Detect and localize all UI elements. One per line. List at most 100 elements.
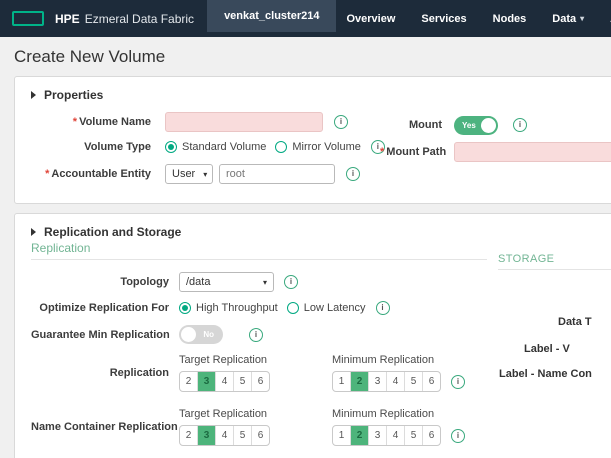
target-replication-caption: Target Replication [179, 354, 270, 366]
volume-type-label: Volume Type [31, 141, 151, 153]
radio-high-throughput[interactable] [179, 302, 191, 314]
accountable-entity-type-select[interactable]: User ▾ [165, 164, 213, 184]
replication-value-3[interactable]: 3 [197, 372, 215, 391]
storage-label-volume-label: Label - V [524, 343, 570, 355]
radio-standard-volume-label: Standard Volume [182, 141, 266, 153]
page-title: Create New Volume [0, 37, 611, 76]
nav-items: Overview Services Nodes Data▾ Admin▾ [346, 13, 611, 25]
minimum-replication-caption: Minimum Replication [332, 408, 465, 420]
replication-value-6[interactable]: 6 [422, 372, 440, 391]
radio-standard-volume[interactable] [165, 141, 177, 153]
replication-value-5[interactable]: 5 [233, 426, 251, 445]
replication-column-header: Replication [31, 241, 487, 260]
mount-toggle[interactable]: Yes [454, 116, 498, 135]
info-icon[interactable]: i [451, 429, 465, 443]
replication-value-4[interactable]: 4 [215, 426, 233, 445]
replication-value-5[interactable]: 5 [233, 372, 251, 391]
caret-down-icon: ▾ [263, 278, 267, 287]
storage-data-tier-label: Data T [558, 316, 592, 328]
accountable-entity-input[interactable] [219, 164, 335, 184]
target-replication-caption: Target Replication [179, 408, 270, 420]
replication-value-1[interactable]: 1 [333, 372, 350, 391]
required-asterisk: * [73, 116, 77, 128]
radio-low-latency-label: Low Latency [304, 302, 366, 314]
replication-value-4[interactable]: 4 [386, 372, 404, 391]
replication-value-4[interactable]: 4 [215, 372, 233, 391]
replication-value-6[interactable]: 6 [251, 372, 269, 391]
replication-value-3[interactable]: 3 [368, 426, 386, 445]
info-icon[interactable]: i [334, 115, 348, 129]
properties-section-header[interactable]: Properties [15, 77, 611, 102]
toggle-knob [481, 118, 496, 133]
replication-value-5[interactable]: 5 [404, 372, 422, 391]
replication-value-5[interactable]: 5 [404, 426, 422, 445]
replication-value-2[interactable]: 2 [180, 426, 197, 445]
minimum-replication-group: Minimum Replication 123456 i [332, 408, 465, 446]
mount-path-label: Mount Path [386, 146, 446, 158]
mount-path-input[interactable] [454, 142, 611, 162]
storage-column-header: STORAGE [498, 253, 611, 270]
radio-low-latency[interactable] [287, 302, 299, 314]
mount-row: Mount Yes i [380, 114, 611, 136]
name-container-replication-label: Name Container Replication [31, 421, 169, 433]
brand-product: Ezmeral Data Fabric [85, 12, 194, 26]
replication-storage-section-header[interactable]: Replication and Storage [15, 214, 611, 239]
minimum-replication-group: Minimum Replication 123456 i [332, 354, 465, 392]
nav-item-nodes[interactable]: Nodes [493, 13, 527, 25]
replication-value-3[interactable]: 3 [197, 426, 215, 445]
volume-name-input[interactable] [165, 112, 323, 132]
brand-hpe: HPE [55, 12, 80, 26]
topology-label: Topology [31, 276, 169, 288]
collapse-arrow-icon [31, 91, 36, 99]
volume-name-label: Volume Name [79, 116, 151, 128]
replication-value-1[interactable]: 1 [333, 426, 350, 445]
optimize-replication-row: Optimize Replication For High Throughput… [31, 300, 487, 316]
replication-value-2[interactable]: 2 [350, 372, 368, 391]
radio-mirror-volume-label: Mirror Volume [292, 141, 360, 153]
replication-value-2[interactable]: 2 [180, 372, 197, 391]
info-icon[interactable]: i [346, 167, 360, 181]
replication-picker-row: Replication Target Replication 23456 Min… [31, 354, 487, 392]
topology-row: Topology /data ▾ i [31, 272, 487, 292]
radio-high-throughput-label: High Throughput [196, 302, 278, 314]
nav-item-overview[interactable]: Overview [346, 13, 395, 25]
replication-label: Replication [31, 367, 169, 379]
minimum-replication-picker: 123456 [332, 371, 441, 392]
caret-down-icon: ▾ [580, 14, 584, 23]
info-icon[interactable]: i [451, 375, 465, 389]
target-replication-group: Target Replication 23456 [179, 354, 270, 392]
target-replication-picker: 23456 [179, 371, 270, 392]
replication-value-4[interactable]: 4 [386, 426, 404, 445]
replication-value-2[interactable]: 2 [350, 426, 368, 445]
info-icon[interactable]: i [513, 118, 527, 132]
replication-value-6[interactable]: 6 [422, 426, 440, 445]
info-icon[interactable]: i [284, 275, 298, 289]
nav-item-services[interactable]: Services [421, 13, 466, 25]
brand: HPE Ezmeral Data Fabric [55, 12, 194, 26]
info-icon[interactable]: i [376, 301, 390, 315]
guarantee-min-replication-toggle[interactable]: No [179, 325, 223, 344]
mount-label: Mount [380, 119, 442, 131]
guarantee-min-replication-label: Guarantee Min Replication [31, 329, 169, 341]
top-nav: HPE Ezmeral Data Fabric venkat_cluster21… [0, 0, 611, 37]
replication-column: Replication Topology /data ▾ i Optimize … [31, 241, 487, 446]
name-container-replication-picker-row: Name Container Replication Target Replic… [31, 408, 487, 446]
replication-value-6[interactable]: 6 [251, 426, 269, 445]
replication-value-3[interactable]: 3 [368, 372, 386, 391]
properties-right-column: Mount Yes i *Mount Path [380, 114, 611, 169]
nav-item-data[interactable]: Data▾ [552, 13, 584, 25]
cluster-tab[interactable]: venkat_cluster214 [207, 0, 336, 32]
required-asterisk: * [380, 146, 384, 158]
info-icon[interactable]: i [249, 328, 263, 342]
radio-mirror-volume[interactable] [275, 141, 287, 153]
nc-minimum-replication-picker: 123456 [332, 425, 441, 446]
mount-path-row: *Mount Path [380, 142, 611, 162]
collapse-arrow-icon [31, 228, 36, 236]
storage-label-name-container-label: Label - Name Con [499, 368, 592, 380]
optimize-replication-label: Optimize Replication For [31, 302, 169, 314]
topology-select[interactable]: /data ▾ [179, 272, 274, 292]
hpe-logo-icon [12, 11, 44, 26]
guarantee-min-replication-row: Guarantee Min Replication No i [31, 325, 487, 344]
nc-target-replication-picker: 23456 [179, 425, 270, 446]
storage-column: STORAGE Data T Label - V Label - Name Co… [498, 253, 611, 282]
